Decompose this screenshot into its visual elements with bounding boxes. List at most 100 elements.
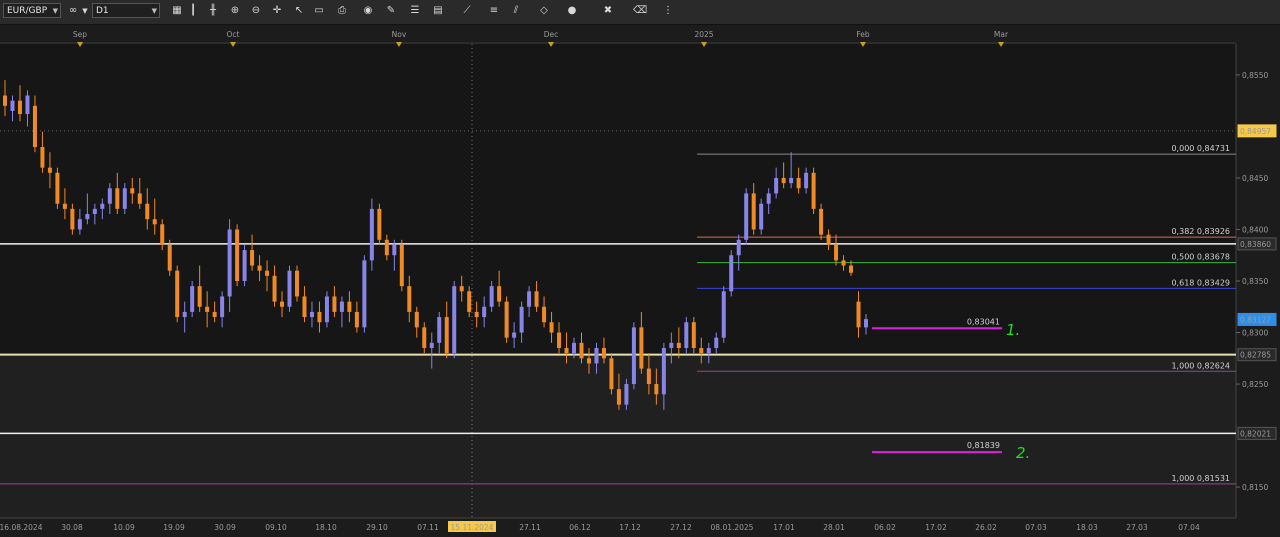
- candle-body: [62, 203, 67, 209]
- x-tick-label: 26.02: [975, 523, 997, 532]
- month-label-sep: Sep: [73, 30, 87, 39]
- candle-body: [220, 296, 225, 318]
- x-tick-label: 30.09: [214, 523, 236, 532]
- x-tick-label: 10.09: [113, 523, 135, 532]
- candle-body: [115, 188, 120, 209]
- target-number-mark: 2.: [1016, 444, 1030, 462]
- candle-body: [437, 317, 442, 343]
- x-tick-label: 17.12: [619, 523, 641, 532]
- month-label-2025: 2025: [694, 30, 713, 39]
- candle-body: [744, 193, 749, 240]
- candle-body: [182, 311, 187, 318]
- x-tick-label: 19.09: [163, 523, 185, 532]
- candle-body: [542, 306, 547, 323]
- candle-body: [504, 301, 509, 338]
- candle-body: [407, 286, 412, 312]
- candle-body: [684, 322, 689, 348]
- candle-body: [242, 250, 247, 281]
- lower-zone: [0, 355, 1236, 518]
- candle-body: [235, 229, 240, 281]
- candle-body: [25, 95, 30, 115]
- candle-body: [92, 208, 97, 215]
- candle-body: [736, 239, 741, 256]
- candle-body: [729, 255, 734, 292]
- candle-body: [287, 270, 292, 307]
- x-tick-label: 17.01: [773, 523, 795, 532]
- x-tick-label: 17.02: [925, 523, 947, 532]
- candle-body: [100, 203, 105, 209]
- x-tick-label: 08.01.2025: [711, 523, 754, 532]
- candle-body: [482, 306, 487, 318]
- x-tick-label: 07.03: [1025, 523, 1047, 532]
- candle-body: [339, 301, 344, 312]
- candle-body: [175, 270, 180, 318]
- candle-body: [429, 342, 434, 348]
- candle-body: [646, 368, 651, 385]
- candle-body: [586, 358, 591, 364]
- x-tick-label: 16.08.2024: [0, 523, 43, 532]
- fibo-level-label: 0,500 0,83678: [1171, 253, 1230, 262]
- candle-body: [519, 306, 524, 333]
- candle-body: [864, 319, 868, 328]
- x-tick-label: 27.12: [670, 523, 692, 532]
- candle-body: [392, 244, 397, 256]
- candle-body: [212, 311, 217, 318]
- candle-body: [190, 286, 195, 312]
- candle-body: [227, 229, 232, 297]
- month-label-dec: Dec: [544, 30, 559, 39]
- x-tick-label: 27.03: [1126, 523, 1148, 532]
- candle-body: [579, 342, 584, 359]
- fibo-level-label: 0,382 0,83926: [1171, 227, 1230, 236]
- candle-body: [280, 301, 285, 307]
- candle-body: [819, 208, 824, 235]
- candle-body: [85, 214, 90, 220]
- candle-body: [324, 296, 329, 323]
- candle-body: [152, 219, 157, 225]
- month-label-oct: Oct: [227, 30, 240, 39]
- y-tick-label: 0,8550: [1242, 71, 1268, 80]
- candle-body: [714, 337, 719, 348]
- fibo-level-label: 1,000 0,81531: [1171, 474, 1230, 483]
- x-tick-label: 15.11.2024: [451, 523, 494, 532]
- candle-body: [17, 100, 22, 115]
- month-label-feb: Feb: [856, 30, 870, 39]
- candle-body: [534, 291, 539, 307]
- target-number-mark: 1.: [1006, 321, 1020, 339]
- y-tick-label: 0,8250: [1242, 380, 1268, 389]
- candle-body: [399, 244, 404, 287]
- target-label: 0,83041: [967, 317, 1000, 326]
- month-label-nov: Nov: [392, 30, 407, 39]
- candle-body: [564, 347, 569, 354]
- y-tick-label: 0,8300: [1242, 329, 1268, 338]
- candle-body: [347, 301, 352, 312]
- candle-body: [377, 208, 382, 240]
- x-tick-label: 18.10: [315, 523, 337, 532]
- candle-body: [205, 306, 210, 312]
- candle-body: [624, 384, 629, 405]
- price-tag-label: 0,83127: [1240, 315, 1271, 324]
- candle-body: [759, 203, 764, 230]
- candle-body: [257, 265, 262, 271]
- candle-body: [414, 311, 419, 328]
- candle-body: [654, 384, 659, 395]
- candle-body: [272, 275, 277, 302]
- candle-body: [294, 270, 299, 297]
- chart[interactable]: Sep Oct Nov Dec 2025 Feb Mar 0,8550 0,8450 0,8400…: [0, 0, 1280, 537]
- candle-body: [557, 332, 562, 348]
- fibo-level-label: 1,000 0,82624: [1171, 361, 1230, 370]
- candle-body: [774, 177, 779, 194]
- candle-body: [369, 208, 374, 261]
- candle-body: [160, 224, 165, 245]
- candle-body: [489, 286, 494, 307]
- candle-body: [631, 327, 636, 385]
- candle-body: [594, 347, 599, 364]
- candle-body: [616, 389, 621, 405]
- candle-body: [549, 322, 554, 333]
- candle-body: [601, 347, 606, 359]
- candle-body: [145, 203, 150, 220]
- candle-body: [250, 250, 255, 266]
- y-tick-label: 0,8350: [1242, 277, 1268, 286]
- x-tick-label: 28.01: [823, 523, 845, 532]
- candle-body: [422, 327, 427, 348]
- price-tag-label: 0,83860: [1240, 240, 1271, 249]
